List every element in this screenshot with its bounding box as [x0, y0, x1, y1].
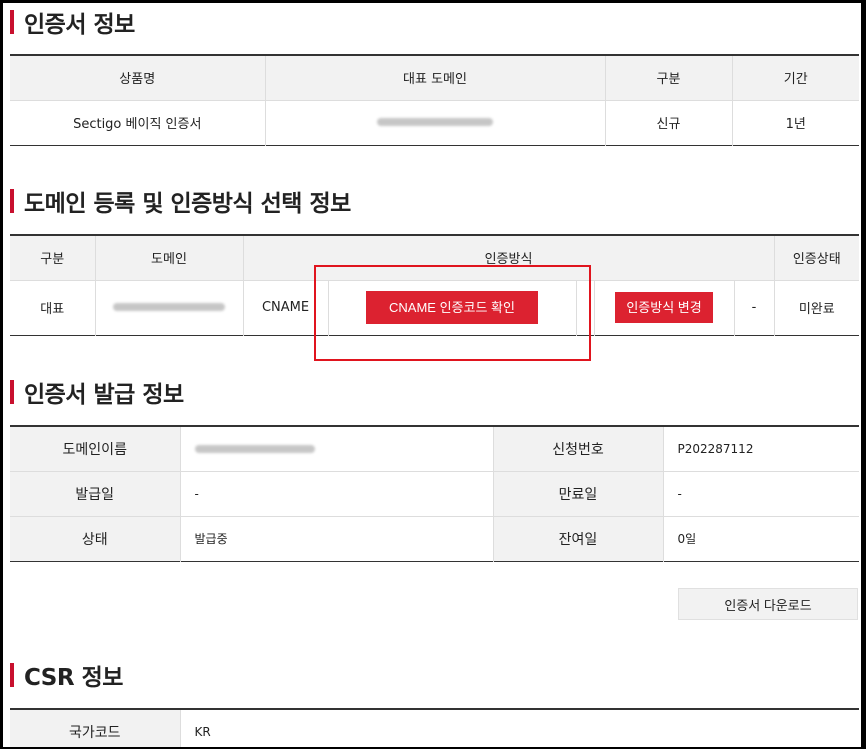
header-auth-status: 인증상태	[773, 235, 860, 280]
label-country-code: 국가코드	[10, 709, 180, 747]
cname-code-check-button[interactable]: CNAME 인증코드 확인	[366, 291, 538, 324]
header-domain: 도메인	[94, 235, 243, 280]
section-title-text: 도메인 등록 및 인증방식 선택 정보	[24, 191, 351, 217]
table-row: 상태 발급중 잔여일 0일	[10, 515, 859, 561]
blurred-domain	[194, 444, 315, 453]
section-title-issuance: 인증서 발급 정보	[10, 377, 184, 408]
label-remaining-days: 잔여일	[492, 515, 663, 561]
section-accent-bar	[10, 10, 14, 34]
header-main-domain: 대표 도메인	[264, 55, 605, 100]
blurred-domain	[377, 118, 493, 126]
header-period: 기간	[731, 55, 859, 100]
section-title-cert-info: 인증서 정보	[10, 7, 135, 38]
table-header-row: 상품명 대표 도메인 구분 기간	[10, 55, 859, 100]
value-issue-date: -	[179, 470, 493, 516]
table-row: 대표 CNAME CNAME 인증코드 확인 인증방식 변경 - 미완료	[10, 279, 860, 335]
header-type: 구분	[604, 55, 732, 100]
section-title-domain-reg: 도메인 등록 및 인증방식 선택 정보	[10, 186, 351, 217]
cell-product: Sectigo 베이직 인증서	[10, 99, 265, 145]
table-row: Sectigo 베이직 인증서 신규 1년	[10, 99, 859, 145]
cell-auth-status: 미완료	[773, 279, 860, 335]
section-title-text: 인증서 정보	[24, 12, 135, 38]
value-domain-name-blurred	[179, 426, 493, 471]
cell-spacer	[575, 279, 594, 335]
cell-method: CNAME	[242, 279, 328, 335]
value-status: 발급중	[179, 515, 493, 561]
label-issue-date: 발급일	[10, 470, 180, 516]
page: 인증서 정보 상품명 대표 도메인 구분 기간 Sectigo 베이직 인증서 …	[3, 3, 861, 747]
section-title-text: CSR 정보	[24, 665, 123, 691]
domain-reg-table: 구분 도메인 인증방식 인증상태 대표 CNAME CNAME 인증코드 확인 …	[10, 234, 860, 336]
table-row: 국가코드 KR	[10, 709, 859, 747]
cert-info-table: 상품명 대표 도메인 구분 기간 Sectigo 베이직 인증서 신규 1년	[10, 54, 859, 146]
cell-kind: 대표	[10, 279, 95, 335]
value-remaining-days: 0일	[662, 515, 859, 561]
cell-period: 1년	[731, 99, 859, 145]
cell-check-button: CNAME 인증코드 확인	[327, 279, 576, 335]
cell-main-domain-blurred	[264, 99, 605, 145]
label-request-no: 신청번호	[492, 426, 663, 471]
cell-domain-blurred	[94, 279, 243, 335]
value-expire-date: -	[662, 470, 859, 516]
label-expire-date: 만료일	[492, 470, 663, 516]
section-title-text: 인증서 발급 정보	[24, 382, 184, 408]
change-auth-method-button[interactable]: 인증방식 변경	[615, 292, 713, 323]
cell-dash: -	[733, 279, 775, 335]
section-title-csr: CSR 정보	[10, 660, 123, 691]
cert-download-button[interactable]: 인증서 다운로드	[678, 588, 858, 620]
section-accent-bar	[10, 380, 14, 404]
table-header-row: 구분 도메인 인증방식 인증상태	[10, 235, 860, 280]
label-status: 상태	[10, 515, 180, 561]
issuance-table: 도메인이름 신청번호 P202287112 발급일 - 만료일 - 상태 발급중…	[10, 425, 859, 562]
cell-change-button: 인증방식 변경	[593, 279, 734, 335]
header-auth-method: 인증방식	[242, 235, 775, 280]
table-row: 발급일 - 만료일 -	[10, 470, 859, 516]
blurred-domain	[113, 303, 225, 311]
cell-type: 신규	[604, 99, 732, 145]
section-accent-bar	[10, 663, 14, 687]
value-request-no: P202287112	[662, 426, 859, 471]
label-domain-name: 도메인이름	[10, 426, 180, 471]
section-accent-bar	[10, 189, 14, 213]
value-country-code: KR	[179, 709, 859, 747]
header-kind: 구분	[10, 235, 95, 280]
table-row: 도메인이름 신청번호 P202287112	[10, 426, 859, 471]
header-product: 상품명	[10, 55, 265, 100]
csr-table: 국가코드 KR	[10, 708, 859, 747]
